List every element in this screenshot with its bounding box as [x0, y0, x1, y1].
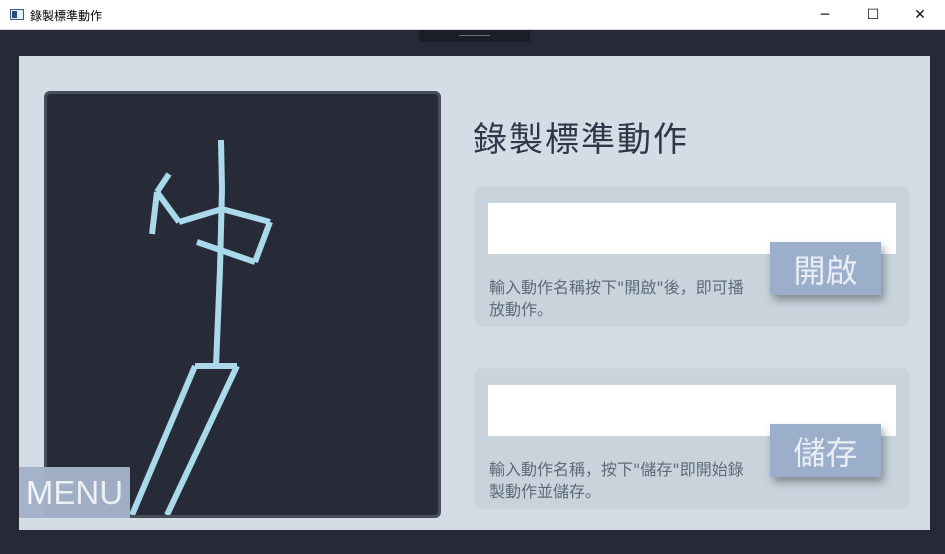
skeleton-view [44, 91, 441, 518]
handle-grip [459, 35, 490, 36]
save-hint-text: 輸入動作名稱，按下"儲存"即開始錄製動作並儲存。 [489, 460, 744, 501]
bottom-strip [0, 530, 945, 554]
skeleton-figure [129, 139, 273, 515]
window-title: 錄製標準動作 [30, 9, 103, 23]
menu-button[interactable]: MENU [19, 467, 130, 518]
pull-down-handle[interactable] [419, 30, 530, 42]
open-action-card: 輸入動作名稱按下"開啟"後，即可播放動作。 開啟 [476, 188, 908, 325]
title-bar: 錄製標準動作 ─ ☐ ✕ [0, 0, 945, 30]
close-icon: ✕ [914, 7, 926, 23]
lower-spine-segment [213, 268, 223, 367]
app-window-icon [10, 9, 24, 20]
left-upper-arm-segment [154, 190, 182, 224]
right-forearm-segment [196, 239, 256, 265]
left-leg-segment [129, 364, 198, 515]
upper-spine-segment [217, 188, 225, 270]
left-shoulder-segment [178, 206, 223, 225]
close-button[interactable]: ✕ [897, 0, 943, 30]
neck-segment [218, 139, 225, 190]
left-forearm-segment [149, 191, 160, 235]
left-hand-segment [154, 172, 172, 194]
maximize-icon: ☐ [866, 7, 880, 23]
right-upper-arm-segment [252, 220, 273, 264]
minimize-button[interactable]: ─ [802, 0, 848, 30]
right-shoulder-segment [221, 206, 271, 225]
maximize-button[interactable]: ☐ [850, 0, 896, 30]
page-title: 錄製標準動作 [473, 120, 689, 160]
minimize-icon: ─ [820, 7, 830, 23]
right-leg-segment [164, 364, 240, 515]
save-action-card: 輸入動作名稱，按下"儲存"即開始錄製動作並儲存。 儲存 [476, 370, 908, 507]
open-hint-text: 輸入動作名稱按下"開啟"後，即可播放動作。 [489, 278, 744, 319]
open-button[interactable]: 開啟 [770, 242, 881, 295]
save-button[interactable]: 儲存 [770, 424, 881, 477]
